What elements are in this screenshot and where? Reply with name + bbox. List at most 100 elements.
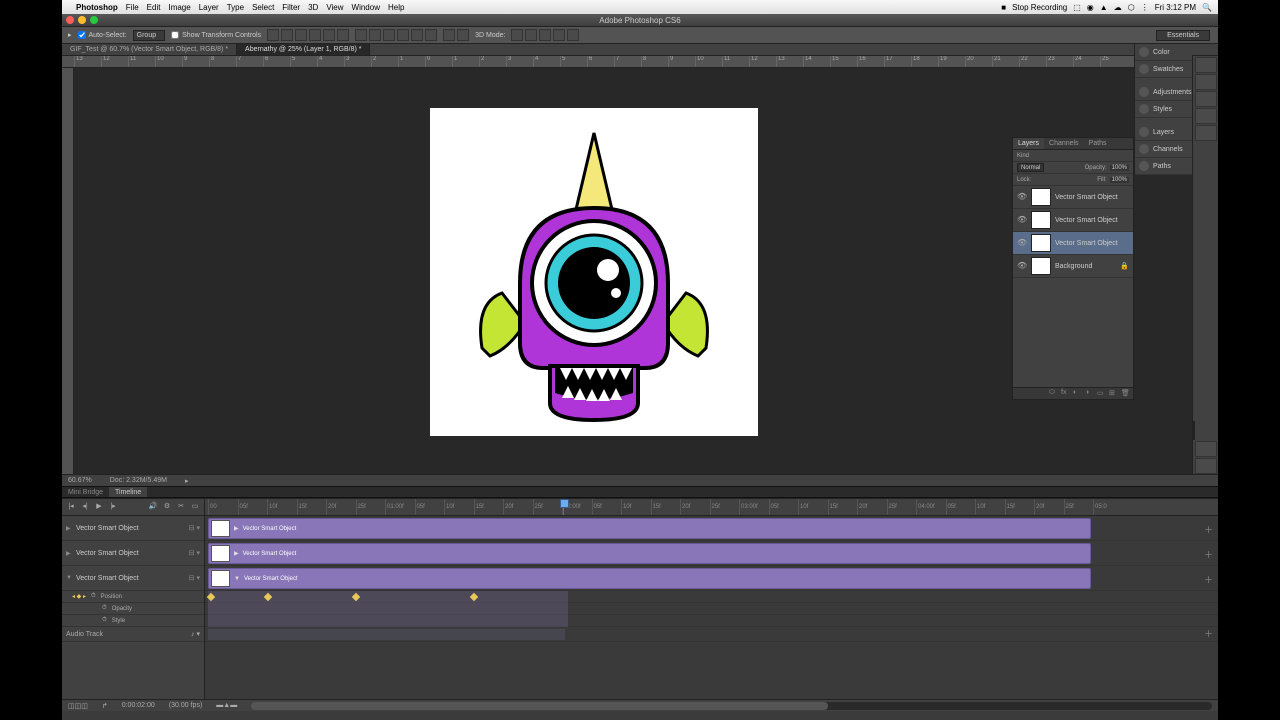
track-header[interactable]: ▶Vector Smart Object⊟ ▾: [62, 516, 204, 541]
panel-icon[interactable]: [1195, 458, 1217, 474]
track-prop-style[interactable]: ⏱Style: [62, 615, 204, 627]
play-icon[interactable]: ▶: [94, 502, 104, 512]
auto-select-target[interactable]: Group: [133, 30, 165, 41]
app-menu[interactable]: Photoshop: [76, 3, 118, 12]
group-icon[interactable]: ▭: [1097, 389, 1106, 398]
menubar-icon[interactable]: ◉: [1087, 3, 1094, 12]
fill-value[interactable]: 100%: [1110, 177, 1129, 183]
menu-help[interactable]: Help: [388, 3, 404, 12]
mask-icon[interactable]: ◐: [1073, 389, 1082, 398]
audio-track-header[interactable]: Audio Track♪ ▾: [62, 627, 204, 642]
move-tool-icon[interactable]: ▸: [68, 31, 72, 39]
distribute-icons[interactable]: [355, 29, 437, 41]
timeline-tab[interactable]: Timeline: [109, 487, 147, 497]
tracks-area[interactable]: ▶Vector Smart Object＋ ▶Vector Smart Obje…: [205, 516, 1218, 699]
keyframe-track[interactable]: [205, 591, 1218, 603]
menu-select[interactable]: Select: [252, 3, 274, 12]
auto-select-checkbox[interactable]: Auto-Select:: [78, 31, 127, 39]
add-media-icon[interactable]: ＋: [1204, 548, 1214, 558]
document-canvas[interactable]: [430, 108, 758, 436]
timeline-scrollbar[interactable]: [251, 702, 1212, 710]
split-icon[interactable]: ✂: [176, 502, 186, 512]
panel-icon[interactable]: [1195, 74, 1217, 90]
show-transform-checkbox[interactable]: Show Transform Controls: [171, 31, 261, 39]
timeline-clip[interactable]: ▶Vector Smart Object: [208, 518, 1091, 539]
channels-tab[interactable]: Channels: [1044, 138, 1084, 149]
render-icon[interactable]: ↱: [102, 702, 108, 710]
new-layer-icon[interactable]: ⊞: [1109, 389, 1118, 398]
mini-bridge-tab[interactable]: Mini Bridge: [62, 487, 109, 497]
visibility-icon[interactable]: 👁: [1017, 215, 1027, 225]
layers-tab[interactable]: Layers: [1013, 138, 1044, 149]
timeline-clip[interactable]: ▼Vector Smart Object: [208, 568, 1091, 589]
visibility-icon[interactable]: 👁: [1017, 192, 1027, 202]
menu-image[interactable]: Image: [168, 3, 190, 12]
doc-tab-1[interactable]: GIF_Test @ 60.7% (Vector Smart Object, R…: [62, 44, 237, 55]
menubar-icon[interactable]: ⬚: [1073, 3, 1081, 12]
timeline-ruler[interactable]: 0005f10f15f20f25f01:00f05f10f15f20f25f02…: [205, 499, 1218, 515]
minimize-icon[interactable]: [78, 16, 86, 24]
stopwatch-icon[interactable]: ⏱: [102, 605, 107, 612]
menu-type[interactable]: Type: [227, 3, 244, 12]
record-icon[interactable]: ■: [1001, 3, 1006, 12]
layer-row[interactable]: 👁Background🔒: [1013, 255, 1133, 278]
goto-first-icon[interactable]: |◂: [66, 502, 76, 512]
panel-layers[interactable]: Layers: [1135, 124, 1192, 141]
menu-window[interactable]: Window: [352, 3, 380, 12]
next-frame-icon[interactable]: |▸: [108, 502, 118, 512]
doc-size[interactable]: Doc: 2.32M/5.49M: [110, 477, 167, 484]
spotlight-icon[interactable]: 🔍: [1202, 3, 1212, 12]
track-prop-opacity[interactable]: ⏱Opacity: [62, 603, 204, 615]
add-media-icon[interactable]: ＋: [1204, 573, 1214, 583]
stopwatch-icon[interactable]: ⏱: [91, 593, 96, 600]
panel-color[interactable]: Color: [1135, 44, 1192, 61]
layer-row[interactable]: 👁Vector Smart Object: [1013, 209, 1133, 232]
panel-swatches[interactable]: Swatches: [1135, 61, 1192, 78]
current-time[interactable]: 0:00:02:00: [122, 702, 155, 709]
frame-counter-icon[interactable]: ◫◫◫: [68, 702, 88, 710]
transition-icon[interactable]: ▭: [190, 502, 200, 512]
filter-kind[interactable]: Kind: [1017, 153, 1029, 159]
track-header[interactable]: ▶Vector Smart Object⊟ ▾: [62, 541, 204, 566]
doc-tab-2[interactable]: Abernathy @ 25% (Layer 1, RGB/8) *: [237, 44, 370, 55]
layer-row[interactable]: 👁Vector Smart Object: [1013, 232, 1133, 255]
panel-icon[interactable]: [1193, 421, 1195, 440]
menu-filter[interactable]: Filter: [282, 3, 300, 12]
panel-icon[interactable]: [1195, 91, 1217, 107]
align-icons[interactable]: [267, 29, 349, 41]
wifi-icon[interactable]: ⋮: [1141, 3, 1149, 12]
menu-layer[interactable]: Layer: [199, 3, 219, 12]
playhead[interactable]: [563, 499, 564, 515]
visibility-icon[interactable]: 👁: [1017, 261, 1027, 271]
track-prop-position[interactable]: ◂ ◆ ▸⏱Position: [62, 591, 204, 603]
add-audio-icon[interactable]: ＋: [1204, 627, 1214, 637]
close-icon[interactable]: [66, 16, 74, 24]
workspace-switcher[interactable]: Essentials: [1156, 30, 1210, 41]
link-icon[interactable]: ⬭: [1049, 389, 1058, 398]
trash-icon[interactable]: 🗑: [1121, 389, 1130, 398]
menubar-icon[interactable]: ▲: [1100, 3, 1108, 12]
status-arrow-icon[interactable]: ▸: [185, 477, 189, 485]
panel-icon[interactable]: [1195, 57, 1217, 73]
adjustment-icon[interactable]: ◑: [1085, 389, 1094, 398]
dropbox-icon[interactable]: ⬡: [1128, 3, 1135, 12]
panel-icon[interactable]: [1195, 108, 1217, 124]
visibility-icon[interactable]: 👁: [1017, 238, 1027, 248]
fx-icon[interactable]: fx: [1061, 389, 1070, 398]
menubar-icon[interactable]: ☁: [1114, 3, 1122, 12]
audio-clip[interactable]: [208, 629, 565, 640]
layer-row[interactable]: 👁Vector Smart Object: [1013, 186, 1133, 209]
opacity-value[interactable]: 100%: [1110, 165, 1129, 171]
panel-styles[interactable]: Styles: [1135, 101, 1192, 118]
panel-paths[interactable]: Paths: [1135, 158, 1192, 175]
timeline-options-icon[interactable]: ⚙: [162, 502, 172, 512]
panel-channels[interactable]: Channels: [1135, 141, 1192, 158]
prev-frame-icon[interactable]: ◂|: [80, 502, 90, 512]
panel-icon[interactable]: [1195, 125, 1217, 141]
mute-icon[interactable]: 🔊: [148, 502, 158, 512]
zoom-icon[interactable]: [90, 16, 98, 24]
arrange-icons[interactable]: [443, 29, 469, 41]
menu-edit[interactable]: Edit: [147, 3, 161, 12]
track-header[interactable]: ▼Vector Smart Object⊟ ▾: [62, 566, 204, 591]
blend-mode[interactable]: Normal: [1017, 163, 1044, 172]
